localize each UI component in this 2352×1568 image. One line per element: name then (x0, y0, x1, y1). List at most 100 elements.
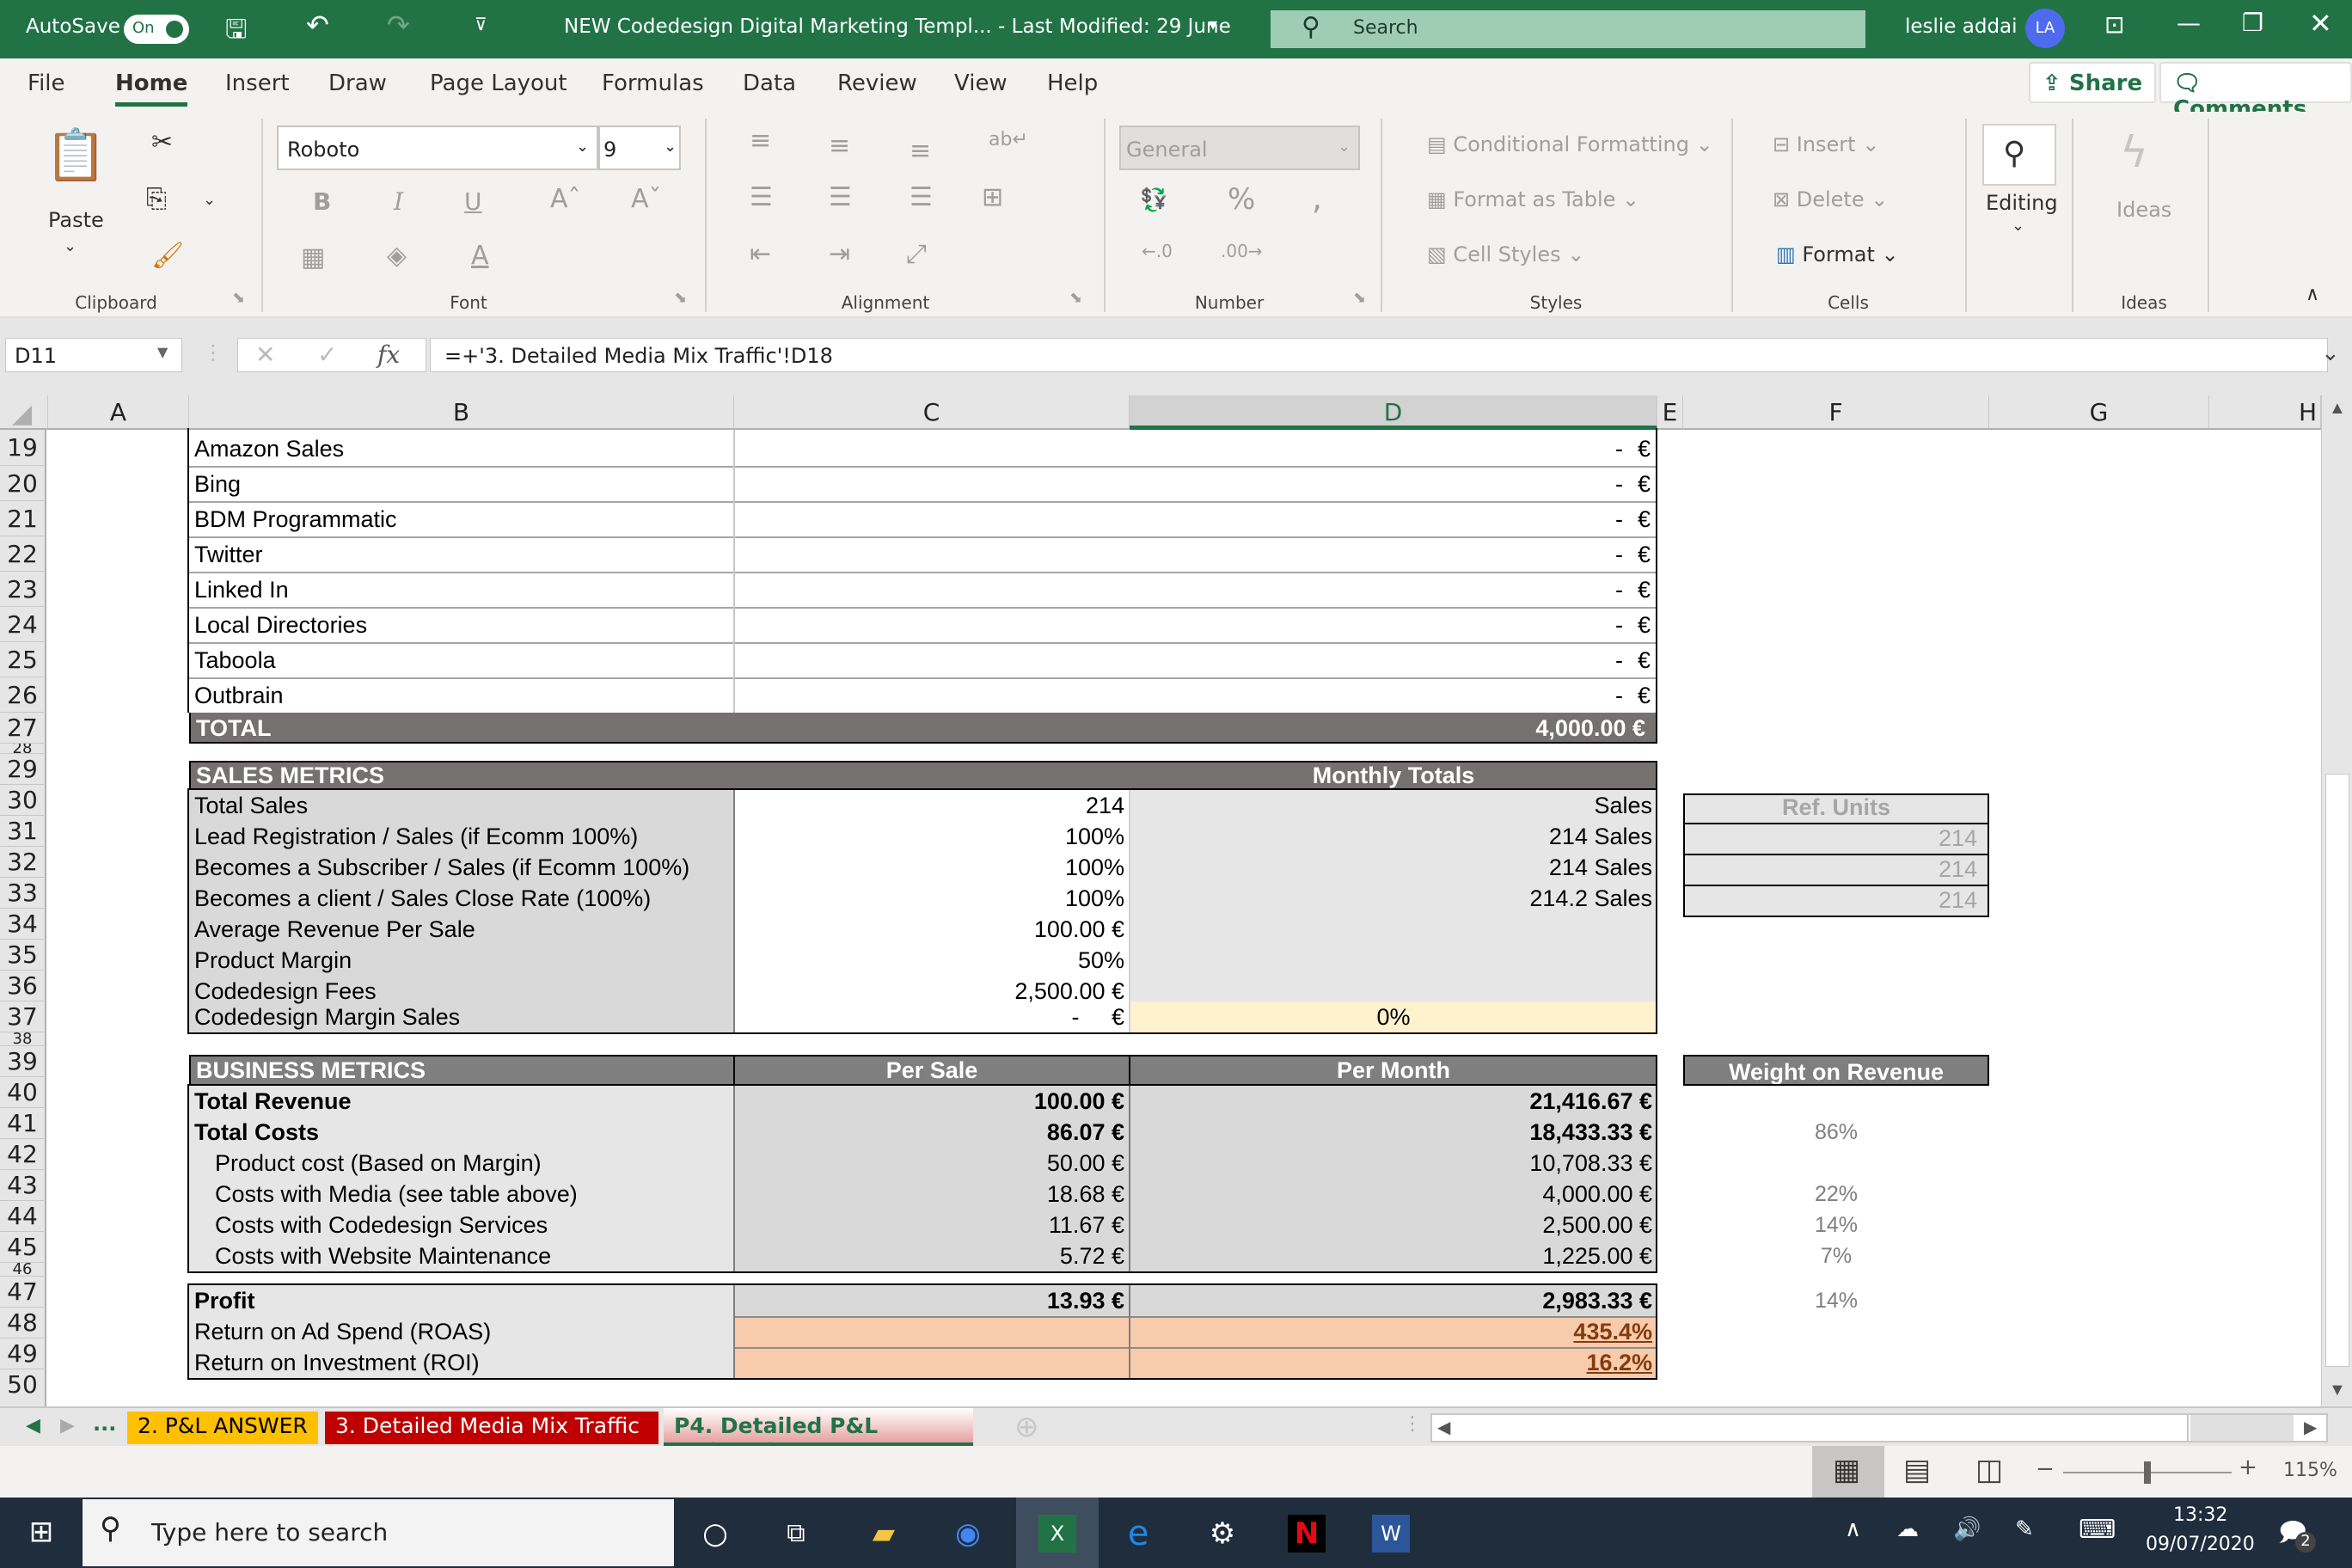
scroll-right-icon[interactable]: ▶ (2304, 1417, 2317, 1437)
media-channel-label[interactable]: Twitter (189, 539, 734, 570)
prev-sheet-icon[interactable]: ◀ (26, 1415, 40, 1436)
column-header-g[interactable]: G (1989, 395, 2209, 430)
insert-cells-button[interactable]: ⊟ Insert ⌄ (1773, 132, 1879, 156)
scroll-up-icon[interactable]: ▲ (2329, 399, 2346, 419)
column-header-c[interactable]: C (734, 395, 1130, 430)
codedesign-margin-percent[interactable]: 0% (1130, 1001, 1657, 1032)
roi-value-cell[interactable]: 16.2% (1130, 1347, 1657, 1378)
tab-page-layout[interactable]: Page Layout (430, 70, 567, 96)
vertical-scrollbar[interactable]: ▲ ▼ (2321, 395, 2352, 1408)
cut-icon[interactable]: ✂ (151, 127, 173, 157)
row-header[interactable]: 37 (0, 1001, 46, 1032)
restore-icon[interactable]: ❐ (2242, 9, 2263, 37)
column-header-a[interactable]: A (48, 395, 189, 430)
tab-data[interactable]: Data (743, 70, 796, 96)
taskbar-search[interactable]: ⚲ Type here to search (83, 1499, 674, 1566)
media-channel-label[interactable]: Linked In (189, 574, 734, 605)
row-header[interactable]: 22 (0, 536, 46, 572)
business-metric-label[interactable]: Costs with Website Maintenance (210, 1240, 734, 1271)
column-header-b[interactable]: B (189, 395, 734, 430)
title-dropdown-icon[interactable]: ▾ (1209, 14, 1217, 34)
select-all-button[interactable]: ◢ (0, 395, 48, 430)
business-metric-label[interactable]: Costs with Media (see table above) (210, 1179, 734, 1210)
tab-insert[interactable]: Insert (225, 70, 290, 96)
top-align-icon[interactable]: ≡ (750, 126, 771, 156)
vertical-scroll-thumb[interactable] (2325, 774, 2349, 1367)
row-header[interactable]: 24 (0, 607, 46, 642)
media-channel-label[interactable]: BDM Programmatic (189, 504, 734, 535)
media-cost-value[interactable]: - (1130, 574, 1628, 605)
sales-metric-label[interactable]: Codedesign Margin Sales (189, 1001, 734, 1032)
comma-style-icon[interactable]: , (1312, 179, 1322, 217)
business-metric-label[interactable]: Total Revenue (189, 1086, 734, 1117)
sales-metric-input[interactable]: 50% (734, 945, 1130, 976)
zoom-slider[interactable] (2063, 1461, 2232, 1484)
settings-icon[interactable]: ⚙ (1204, 1515, 1241, 1553)
column-header-d[interactable]: D (1130, 395, 1657, 430)
tab-home[interactable]: Home (115, 70, 188, 107)
fill-color-icon[interactable]: ◈ (387, 241, 407, 271)
sheet-tab-media-mix[interactable]: 3. Detailed Media Mix Traffic (325, 1412, 658, 1444)
paste-button[interactable]: Paste (48, 208, 104, 232)
format-as-table-button[interactable]: ▦ Format as Table ⌄ (1427, 187, 1639, 211)
scroll-down-icon[interactable]: ▼ (2329, 1381, 2346, 1400)
ideas-icon[interactable]: ϟ (2120, 127, 2148, 177)
search-box[interactable]: ⚲ Search (1271, 10, 1865, 48)
row-header[interactable]: 36 (0, 971, 46, 1001)
sales-metric-label[interactable]: Average Revenue Per Sale (189, 914, 734, 945)
row-header[interactable]: 26 (0, 677, 46, 713)
word-icon[interactable]: W (1372, 1515, 1410, 1553)
roas-label[interactable]: Return on Ad Spend (ROAS) (189, 1316, 734, 1347)
spreadsheet-grid[interactable]: ◢ A B C D E F G H ▲ ▼ 19 20 21 22 23 24 … (0, 395, 2352, 1408)
sales-metric-label[interactable]: Lead Registration / Sales (if Ecomm 100%… (189, 821, 734, 852)
ribbon-display-icon[interactable]: ⊡ (2104, 10, 2124, 39)
collapse-ribbon-icon[interactable]: ∧ (2306, 284, 2319, 305)
business-metric-label[interactable]: Product cost (Based on Margin) (210, 1148, 734, 1179)
more-sheets-button[interactable]: ... (93, 1412, 116, 1436)
add-sheet-icon[interactable]: ⊕ (1014, 1410, 1039, 1444)
onedrive-sync-icon[interactable]: ☁ (1896, 1516, 1919, 1542)
page-break-view-icon[interactable]: ◫ (1975, 1453, 2003, 1487)
row-header[interactable]: 38 (0, 1032, 46, 1046)
sales-metric-label[interactable]: Becomes a client / Sales Close Rate (100… (189, 883, 734, 914)
horizontal-scrollbar[interactable]: ◀ ▶ (1430, 1413, 2328, 1442)
sales-metric-monthly[interactable]: 214.2 Sales (1130, 883, 1657, 914)
autosave-toggle[interactable]: On (124, 15, 189, 44)
align-left-icon[interactable]: ☰ (750, 182, 773, 212)
italic-icon[interactable]: I (394, 187, 403, 216)
row-header[interactable]: 43 (0, 1170, 46, 1201)
per-month-value[interactable]: 18,433.33 € (1130, 1117, 1657, 1148)
avatar[interactable]: LA (2025, 9, 2065, 48)
bottom-align-icon[interactable]: ≡ (910, 136, 931, 166)
sales-metric-input[interactable]: - € (734, 1001, 1130, 1032)
media-cost-value[interactable]: - (1130, 645, 1628, 676)
per-sale-value[interactable]: 5.72 € (734, 1240, 1130, 1271)
tab-splitter-icon[interactable]: ⋮ (1403, 1413, 1422, 1435)
pen-icon[interactable]: ✎ (2015, 1516, 2034, 1542)
decrease-decimal-icon[interactable]: .00→ (1221, 241, 1263, 261)
ideas-button[interactable]: Ideas (2116, 198, 2171, 222)
per-sale-value[interactable]: 18.68 € (734, 1179, 1130, 1210)
row-header[interactable]: 47 (0, 1277, 46, 1308)
increase-font-icon[interactable]: Aˆ (550, 184, 581, 214)
accounting-format-icon[interactable]: 💱 (1140, 187, 1167, 213)
alignment-launcher-icon[interactable]: ⬊ (1069, 289, 1082, 307)
media-channel-label[interactable]: Bing (189, 469, 734, 499)
row-header[interactable]: 48 (0, 1308, 46, 1338)
excel-taskbar-button[interactable]: X (1016, 1498, 1099, 1568)
media-total-label[interactable]: TOTAL (191, 713, 535, 744)
align-center-icon[interactable]: ☰ (829, 182, 852, 212)
sales-metric-input[interactable]: 100% (734, 821, 1130, 852)
find-button[interactable]: ⚲ (1982, 124, 2056, 186)
media-channel-label[interactable]: Local Directories (189, 609, 734, 640)
editing-dropdown-icon[interactable]: ⌄ (2012, 217, 2024, 235)
chrome-icon[interactable]: ◉ (949, 1515, 987, 1553)
row-header[interactable]: 34 (0, 909, 46, 940)
tab-file[interactable]: File (28, 70, 65, 96)
percent-icon[interactable]: % (1228, 182, 1255, 217)
delete-cells-button[interactable]: ⊠ Delete ⌄ (1773, 187, 1888, 211)
netflix-icon[interactable]: N (1288, 1515, 1326, 1553)
paste-icon[interactable]: 📋 (45, 126, 107, 185)
sales-metric-label[interactable]: Becomes a Subscriber / Sales (if Ecomm 1… (189, 852, 734, 883)
formula-input[interactable]: =+'3. Detailed Media Mix Traffic'!D18 (430, 338, 2328, 372)
